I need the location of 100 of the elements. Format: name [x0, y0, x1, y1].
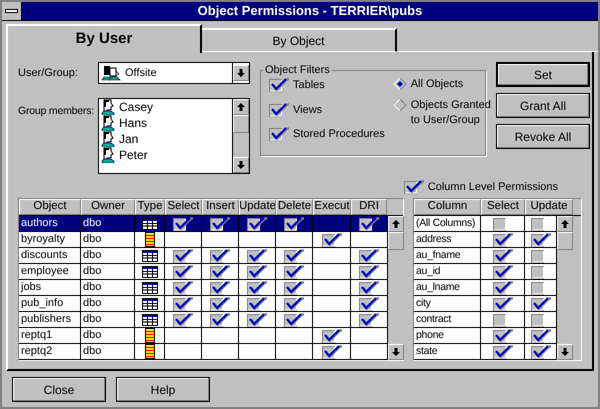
permission-checkbox[interactable]: [322, 232, 342, 246]
column-header[interactable]: Execut: [313, 199, 351, 215]
owner-name: dbo: [83, 280, 102, 296]
table-row[interactable]: discounts dbo: [19, 248, 387, 264]
action-button[interactable]: Set: [496, 62, 590, 87]
permission-checkbox[interactable]: [322, 328, 342, 342]
table-row[interactable]: pub_info dbo: [19, 296, 387, 312]
column-header[interactable]: DRI: [351, 199, 387, 215]
table-row[interactable]: jobs dbo: [19, 280, 387, 296]
scroll-up-button[interactable]: [233, 99, 249, 115]
permission-checkbox[interactable]: [173, 296, 193, 310]
permission-checkbox[interactable]: [359, 280, 379, 294]
scrollbar[interactable]: [556, 216, 573, 360]
member-name[interactable]: Peter: [119, 148, 148, 162]
scrollbar[interactable]: [387, 216, 404, 360]
column-header[interactable]: Object: [19, 199, 81, 215]
scroll-up-button[interactable]: [388, 216, 404, 232]
radio-button[interactable]: [392, 98, 407, 112]
footer-button[interactable]: Close: [12, 377, 106, 402]
permission-checkbox[interactable]: [284, 264, 304, 278]
scroll-up-button[interactable]: [557, 216, 573, 232]
select-checkbox[interactable]: [492, 232, 512, 246]
permission-checkbox[interactable]: [173, 264, 193, 278]
permission-checkbox[interactable]: [359, 296, 379, 310]
permission-checkbox[interactable]: [210, 216, 230, 230]
permission-checkbox[interactable]: [322, 344, 342, 358]
permission-checkbox[interactable]: [173, 248, 193, 262]
scroll-down-button[interactable]: [233, 65, 249, 81]
tab[interactable]: By User: [6, 24, 202, 53]
permission-checkbox[interactable]: [247, 216, 267, 230]
select-checkbox[interactable]: [492, 248, 512, 262]
permission-checkbox[interactable]: [284, 216, 304, 230]
permission-checkbox[interactable]: [247, 248, 267, 262]
action-button[interactable]: Revoke All: [496, 124, 590, 149]
permission-checkbox[interactable]: [284, 280, 304, 294]
table-row[interactable]: reptq1 dbo: [19, 328, 387, 344]
permission-checkbox[interactable]: [210, 296, 230, 310]
checkbox[interactable]: [404, 180, 424, 194]
permission-checkbox[interactable]: [173, 312, 193, 326]
update-checkbox[interactable]: [530, 296, 550, 310]
column-header[interactable]: Type: [135, 199, 165, 215]
permission-checkbox[interactable]: [210, 280, 230, 294]
permission-checkbox[interactable]: [210, 248, 230, 262]
scroll-thumb[interactable]: [557, 232, 573, 250]
update-checkbox[interactable]: [530, 344, 550, 358]
system-menu-button[interactable]: [2, 2, 22, 20]
user-group-dropdown[interactable]: Offsite: [98, 62, 250, 84]
checkbox[interactable]: [269, 127, 289, 142]
permission-checkbox[interactable]: [284, 312, 304, 326]
checkbox[interactable]: [269, 78, 289, 92]
permission-checkbox[interactable]: [359, 312, 379, 326]
permission-checkbox[interactable]: [173, 280, 193, 294]
column-header[interactable]: Delete: [276, 199, 313, 215]
member-name[interactable]: Jan: [119, 132, 138, 146]
permission-checkbox[interactable]: [359, 264, 379, 278]
permission-checkbox[interactable]: [284, 296, 304, 310]
select-checkbox[interactable]: [492, 328, 512, 342]
permission-checkbox[interactable]: [173, 216, 193, 230]
permission-checkbox[interactable]: [247, 264, 267, 278]
scroll-down-button[interactable]: [557, 344, 573, 360]
permission-checkbox[interactable]: [247, 312, 267, 326]
radio-label: Objects Granted to User/Group: [410, 98, 492, 128]
scrollbar[interactable]: [232, 99, 249, 173]
permission-checkbox[interactable]: [284, 248, 304, 262]
radio-button[interactable]: [392, 77, 407, 91]
column-header[interactable]: Select: [481, 199, 525, 215]
scroll-down-button[interactable]: [233, 157, 249, 173]
table-row[interactable]: reptq2 dbo: [19, 344, 387, 360]
group-members-list[interactable]: Casey Hans Jan Peter: [98, 98, 250, 174]
table-row[interactable]: publishers dbo: [19, 312, 387, 328]
select-checkbox[interactable]: [492, 264, 512, 278]
member-name[interactable]: Casey: [119, 100, 154, 114]
footer-button[interactable]: Help: [116, 377, 210, 402]
scroll-thumb[interactable]: [388, 232, 404, 250]
permission-checkbox[interactable]: [210, 312, 230, 326]
action-button[interactable]: Grant All: [496, 93, 590, 118]
member-name[interactable]: Hans: [119, 116, 148, 130]
column-header[interactable]: Insert: [202, 199, 239, 215]
table-row[interactable]: authors dbo: [19, 216, 387, 232]
permission-checkbox[interactable]: [210, 264, 230, 278]
column-header[interactable]: Select: [165, 199, 202, 215]
permission-checkbox[interactable]: [247, 296, 267, 310]
scroll-thumb[interactable]: [233, 115, 249, 133]
column-header[interactable]: Column: [414, 199, 481, 215]
scroll-down-button[interactable]: [388, 344, 404, 360]
permission-checkbox[interactable]: [359, 216, 379, 230]
tab[interactable]: By Object: [202, 28, 397, 52]
table-row[interactable]: employee dbo: [19, 264, 387, 280]
column-header[interactable]: Update: [525, 199, 573, 215]
select-checkbox[interactable]: [492, 280, 512, 294]
permission-checkbox[interactable]: [247, 280, 267, 294]
update-checkbox[interactable]: [530, 232, 550, 246]
select-checkbox[interactable]: [492, 344, 512, 358]
column-name: phone: [416, 328, 444, 343]
select-checkbox[interactable]: [492, 296, 512, 310]
update-checkbox[interactable]: [530, 328, 550, 342]
column-header[interactable]: Owner: [81, 199, 135, 215]
permission-checkbox[interactable]: [359, 248, 379, 262]
checkbox[interactable]: [269, 102, 289, 117]
table-row[interactable]: byroyalty dbo: [19, 232, 387, 248]
